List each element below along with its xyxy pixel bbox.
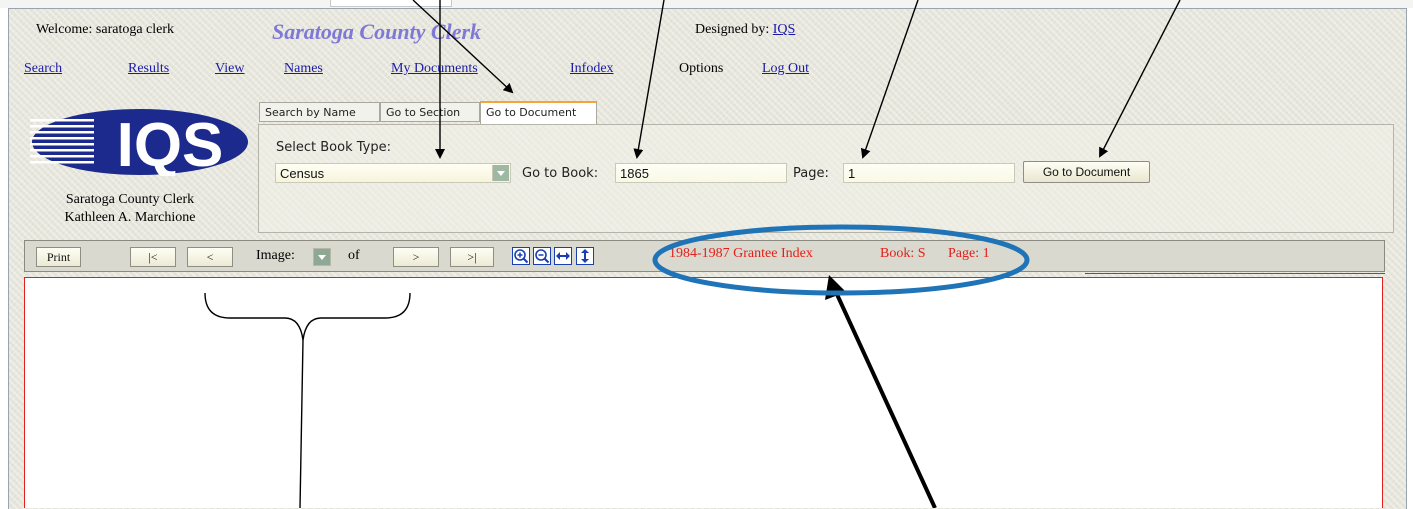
page-label: Page: — [793, 166, 829, 181]
viewer-top-border — [1085, 273, 1385, 274]
nav-search[interactable]: Search — [24, 61, 62, 77]
designed-by: Designed by: IQS — [695, 22, 795, 38]
logo-text: IQS — [117, 111, 224, 176]
nav-log-out[interactable]: Log Out — [762, 61, 809, 77]
fit-width-icon[interactable] — [554, 247, 572, 265]
zoom-in-icon[interactable] — [512, 247, 530, 265]
book-info: Book: S — [880, 246, 926, 261]
zoom-out-icon[interactable] — [533, 247, 551, 265]
page-info: Page: 1 — [948, 246, 990, 261]
next-page-button[interactable]: > — [393, 247, 439, 267]
tab-search-by-name[interactable]: Search by Name — [259, 102, 380, 122]
book-type-value: Census — [280, 166, 325, 181]
iqs-logo: IQS — [30, 108, 250, 180]
first-page-button[interactable]: |< — [130, 247, 176, 267]
iqs-logo-graphic: IQS — [30, 109, 248, 180]
chevron-down-icon[interactable] — [492, 165, 509, 181]
nav-options[interactable]: Options — [679, 61, 723, 77]
book-label: Go to Book: — [522, 166, 599, 181]
print-button[interactable]: Print — [36, 247, 81, 267]
caption-county: Saratoga County Clerk — [65, 192, 195, 207]
nav-infodex[interactable]: Infodex — [570, 61, 614, 77]
image-label: Image: — [256, 248, 295, 263]
nav-view[interactable]: View — [215, 61, 244, 77]
tab-go-to-document[interactable]: Go to Document — [480, 101, 597, 124]
welcome-text: Welcome: saratoga clerk — [36, 22, 175, 37]
document-viewer[interactable] — [24, 277, 1383, 508]
window-top-strip — [0, 0, 1413, 8]
image-of-label: of — [348, 248, 360, 263]
fit-height-icon[interactable] — [576, 247, 594, 265]
app-title: Saratoga County Clerk — [272, 19, 482, 44]
designed-by-label: Designed by: — [695, 22, 770, 37]
prev-page-button[interactable]: < — [187, 247, 233, 267]
tab-go-to-section[interactable]: Go to Section — [380, 102, 480, 122]
last-page-button[interactable]: >| — [450, 247, 494, 267]
browser-tab-edge — [330, 0, 452, 7]
nav-results[interactable]: Results — [128, 61, 169, 77]
image-select[interactable] — [313, 248, 331, 266]
book-type-label: Select Book Type: — [276, 140, 391, 155]
page-input[interactable]: 1 — [843, 163, 1015, 183]
index-name: 1984-1987 Grantee Index — [669, 246, 813, 261]
book-type-select[interactable]: Census — [275, 163, 511, 183]
caption-clerk-name: Kathleen A. Marchione — [64, 210, 196, 225]
book-input[interactable]: 1865 — [615, 163, 787, 183]
nav-names[interactable]: Names — [284, 61, 323, 77]
designed-by-link[interactable]: IQS — [773, 22, 796, 37]
go-to-document-button[interactable]: Go to Document — [1023, 161, 1150, 183]
nav-my-documents[interactable]: My Documents — [391, 61, 478, 77]
